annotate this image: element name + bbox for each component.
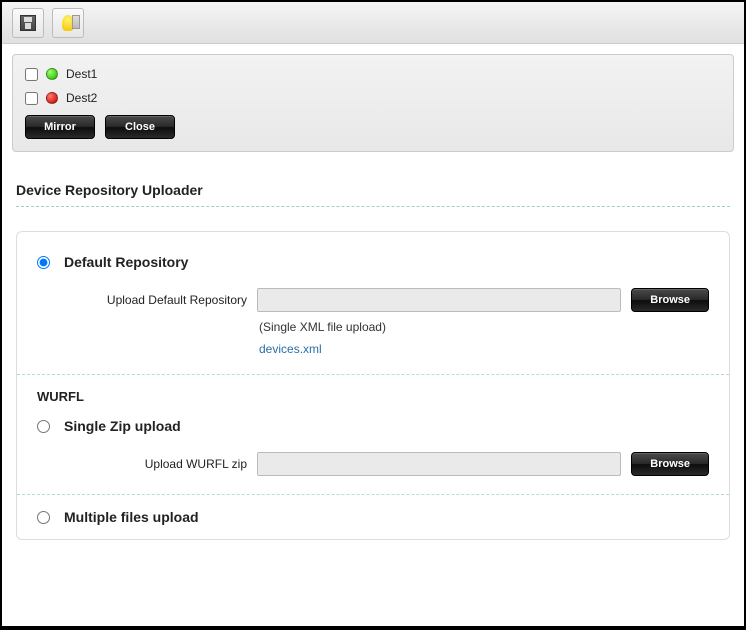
dest-checkbox-2[interactable]	[25, 92, 38, 105]
dest-label: Dest1	[66, 67, 97, 81]
devices-xml-link[interactable]: devices.xml	[259, 342, 709, 356]
multi-files-radio[interactable]	[37, 511, 50, 524]
upload-label: Upload Default Repository	[77, 293, 247, 307]
button-row: Mirror Close	[25, 115, 721, 139]
multi-files-option: Multiple files upload	[37, 509, 709, 525]
browse-button-wurfl[interactable]: Browse	[631, 452, 709, 476]
status-indicator-green	[46, 68, 58, 80]
app-window: Dest1 Dest2 Mirror Close Device Reposito…	[2, 2, 744, 626]
upload-label: Upload WURFL zip	[77, 457, 247, 471]
toolbar	[2, 2, 744, 44]
default-repo-label: Default Repository	[64, 254, 188, 270]
upload-hint: (Single XML file upload)	[259, 320, 709, 334]
dest-label: Dest2	[66, 91, 97, 105]
divider	[16, 206, 730, 207]
destination-row: Dest2	[25, 91, 721, 105]
wurfl-upload-input[interactable]	[257, 452, 621, 476]
default-upload-input[interactable]	[257, 288, 621, 312]
bulb-icon	[62, 15, 74, 31]
save-button[interactable]	[12, 8, 44, 38]
multi-files-label: Multiple files upload	[64, 509, 199, 525]
hint-button[interactable]	[52, 8, 84, 38]
browse-button-default[interactable]: Browse	[631, 288, 709, 312]
wurfl-section-label: WURFL	[37, 389, 709, 404]
divider	[17, 374, 729, 375]
status-indicator-red	[46, 92, 58, 104]
uploader-card: Default Repository Upload Default Reposi…	[16, 231, 730, 540]
default-repo-option: Default Repository	[37, 254, 709, 270]
default-upload-row: Upload Default Repository Browse	[77, 288, 709, 312]
single-zip-option: Single Zip upload	[37, 418, 709, 434]
save-icon	[20, 15, 36, 31]
page-title: Device Repository Uploader	[2, 162, 744, 206]
close-button[interactable]: Close	[105, 115, 175, 139]
default-repo-radio[interactable]	[37, 256, 50, 269]
destination-row: Dest1	[25, 67, 721, 81]
dest-checkbox-1[interactable]	[25, 68, 38, 81]
wurfl-upload-row: Upload WURFL zip Browse	[77, 452, 709, 476]
destinations-panel: Dest1 Dest2 Mirror Close	[12, 54, 734, 152]
divider	[17, 494, 729, 495]
single-zip-radio[interactable]	[37, 420, 50, 433]
mirror-button[interactable]: Mirror	[25, 115, 95, 139]
single-zip-label: Single Zip upload	[64, 418, 181, 434]
